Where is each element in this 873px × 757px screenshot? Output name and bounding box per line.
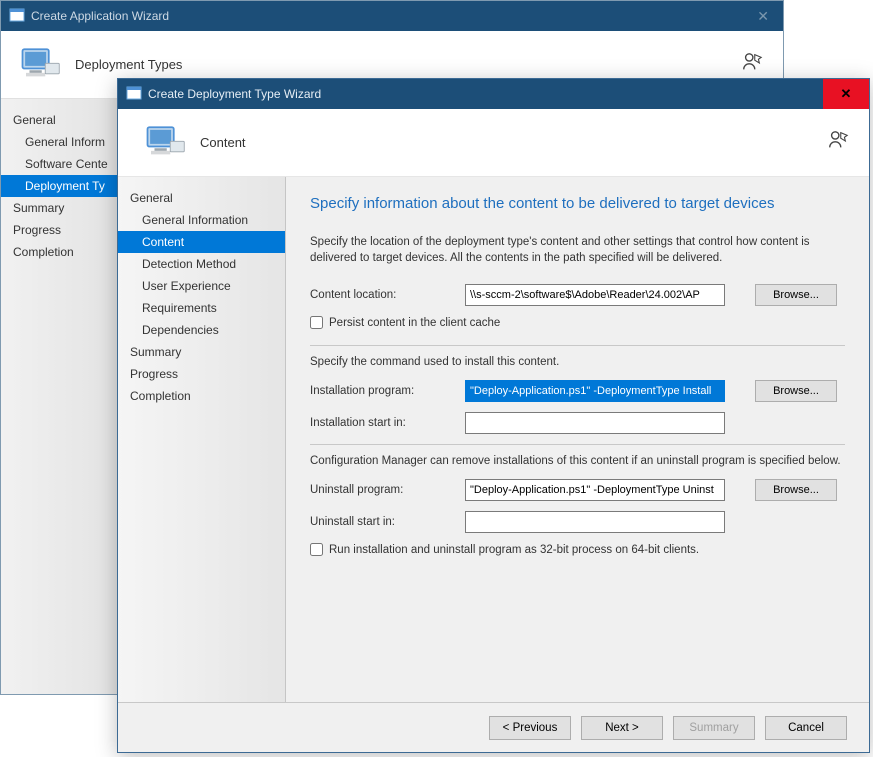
browse-install-button[interactable]: Browse... [755,380,837,402]
help-feedback-icon[interactable] [741,51,763,78]
content-heading: Specify information about the content to… [310,195,845,212]
uninstall-program-input[interactable] [465,479,725,501]
front-nav-item-8[interactable]: Progress [118,363,285,385]
front-nav-item-0[interactable]: General [118,187,285,209]
uninstall-section-text: Configuration Manager can remove install… [310,455,845,467]
content-location-input[interactable] [465,284,725,306]
install-startin-input[interactable] [465,412,725,434]
front-nav-item-3[interactable]: Detection Method [118,253,285,275]
back-nav-item-2[interactable]: Software Cente [1,153,128,175]
front-nav-item-4[interactable]: User Experience [118,275,285,297]
persist-content-label: Persist content in the client cache [329,317,500,329]
titlebar-front: Create Deployment Type Wizard ✕ [118,79,869,109]
content-location-label: Content location: [310,289,465,301]
back-nav-item-3[interactable]: Deployment Ty [1,175,128,197]
header-front-title: Content [200,135,246,150]
persist-content-checkbox[interactable] [310,316,323,329]
browse-content-button[interactable]: Browse... [755,284,837,306]
help-feedback-icon[interactable] [827,129,849,156]
back-nav-item-6[interactable]: Completion [1,241,128,263]
previous-button[interactable]: < Previous [489,716,571,740]
install-startin-label: Installation start in: [310,417,465,429]
create-deployment-type-wizard-window: Create Deployment Type Wizard ✕ Content … [117,78,870,753]
close-button[interactable]: ✕ [823,79,869,109]
install-section-text: Specify the command used to install this… [310,356,845,368]
front-nav-item-2[interactable]: Content [118,231,285,253]
back-nav-item-0[interactable]: General [1,109,128,131]
nav-front: GeneralGeneral InformationContentDetecti… [118,177,286,702]
browse-uninstall-button[interactable]: Browse... [755,479,837,501]
titlebar-front-title: Create Deployment Type Wizard [148,87,321,101]
app-icon [9,8,25,24]
divider [310,444,845,445]
app-icon [126,86,142,102]
titlebar-back: Create Application Wizard ✕ [1,1,783,31]
front-nav-item-7[interactable]: Summary [118,341,285,363]
front-nav-item-5[interactable]: Requirements [118,297,285,319]
content-description: Specify the location of the deployment t… [310,234,845,266]
titlebar-back-title: Create Application Wizard [31,9,169,23]
front-nav-item-9[interactable]: Completion [118,385,285,407]
computer-icon [144,122,186,164]
run-32bit-checkbox[interactable] [310,543,323,556]
summary-button: Summary [673,716,755,740]
nav-back: GeneralGeneral InformSoftware CenteDeplo… [1,99,129,694]
run-32bit-label: Run installation and uninstall program a… [329,544,699,556]
uninstall-startin-input[interactable] [465,511,725,533]
back-nav-item-1[interactable]: General Inform [1,131,128,153]
cancel-button[interactable]: Cancel [765,716,847,740]
close-icon[interactable]: ✕ [751,8,775,25]
computer-icon [19,44,61,86]
uninstall-program-label: Uninstall program: [310,484,465,496]
header-back-title: Deployment Types [75,57,182,72]
uninstall-startin-label: Uninstall start in: [310,516,465,528]
next-button[interactable]: Next > [581,716,663,740]
install-program-label: Installation program: [310,385,465,397]
front-nav-item-6[interactable]: Dependencies [118,319,285,341]
content-pane: Specify information about the content to… [286,177,869,702]
front-nav-item-1[interactable]: General Information [118,209,285,231]
header-front: Content [118,109,869,177]
back-nav-item-5[interactable]: Progress [1,219,128,241]
divider [310,345,845,346]
back-nav-item-4[interactable]: Summary [1,197,128,219]
install-program-input[interactable] [465,380,725,402]
wizard-footer: < Previous Next > Summary Cancel [118,702,869,752]
